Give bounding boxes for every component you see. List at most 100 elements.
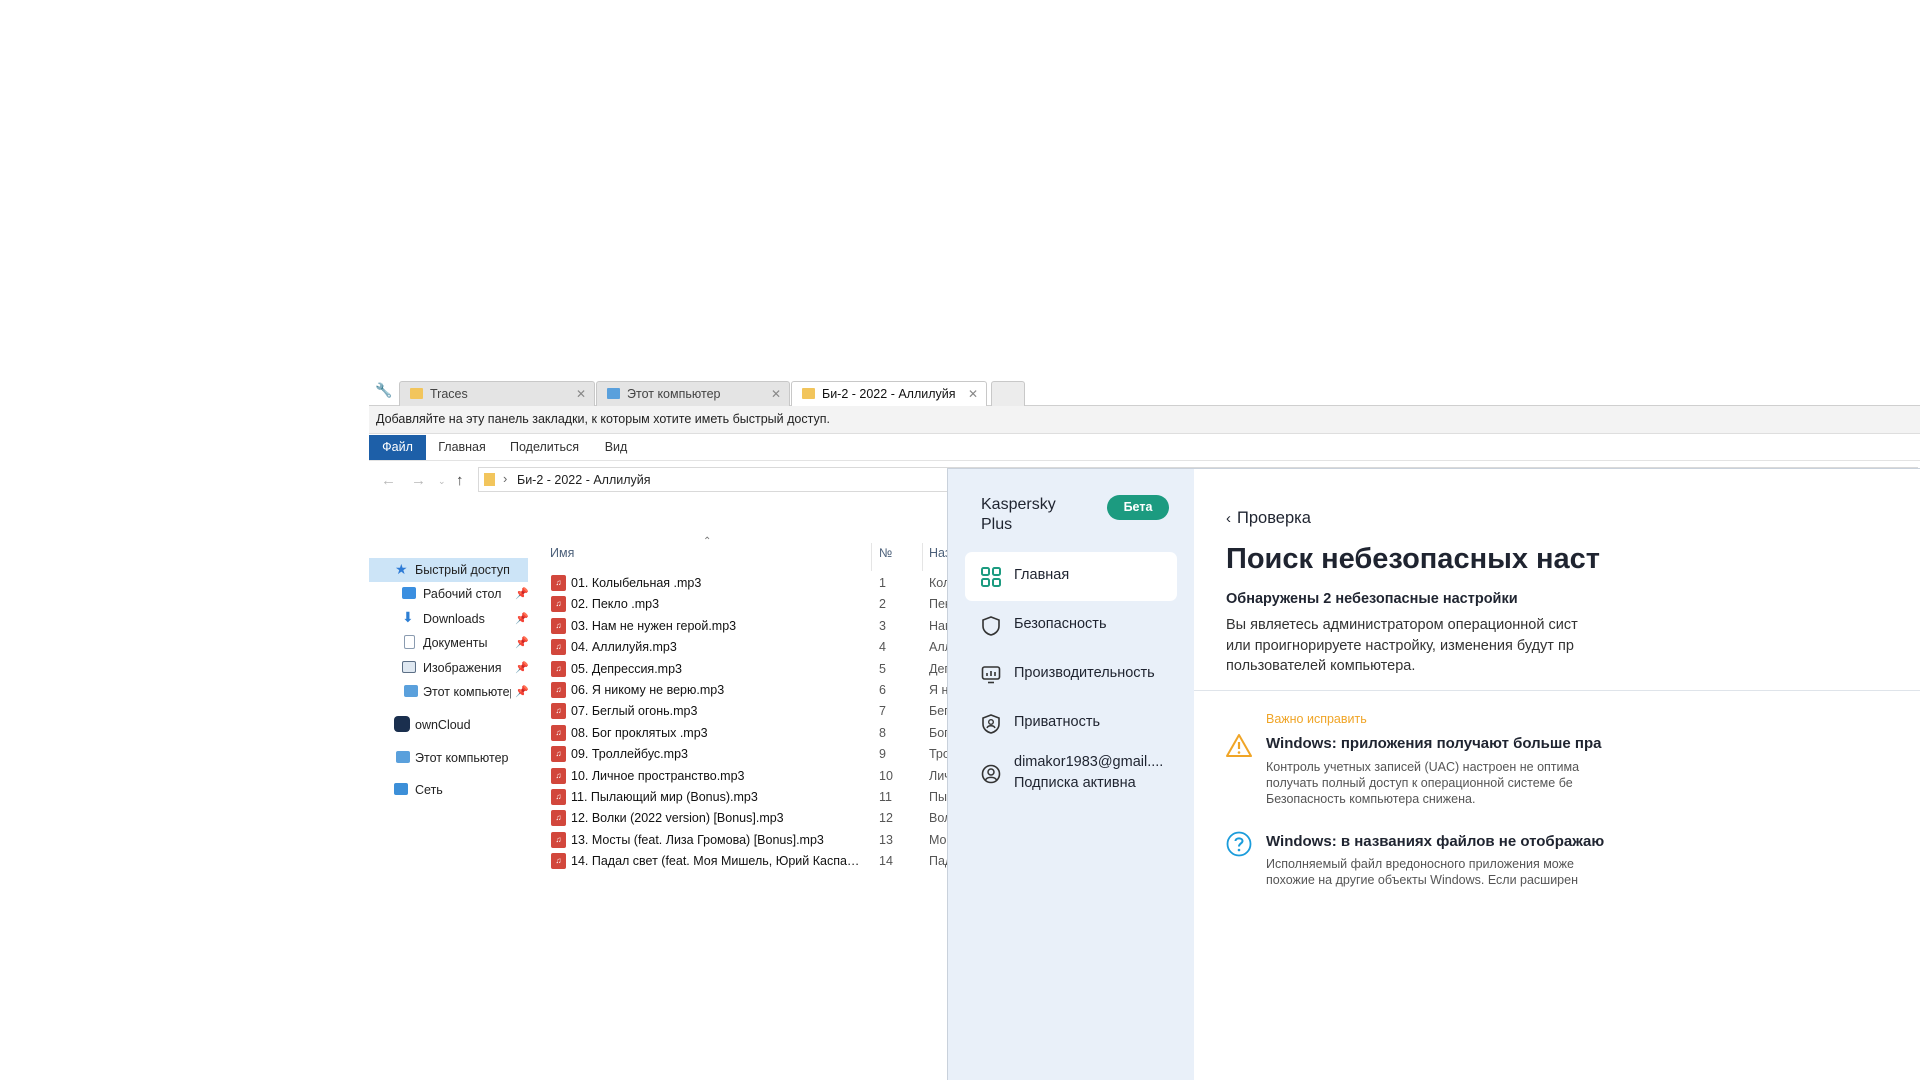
nav-network[interactable]: Сеть (369, 778, 528, 802)
menu-security[interactable]: Безопасность (965, 601, 1177, 650)
tab-label: Traces (430, 387, 468, 401)
file-row[interactable]: ♫ 08. Бог проклятых .mp3 8 Бог (547, 724, 949, 745)
track-number: 11 (879, 790, 892, 804)
tab-this-pc[interactable]: Этот компьютер ✕ (596, 381, 790, 406)
pin-icon: 📌 (515, 637, 528, 649)
page-description: Вы являетесь администратором операционно… (1226, 615, 1578, 677)
file-row[interactable]: ♫ 06. Я никому не верю.mp3 6 Я н (547, 681, 948, 702)
track-title: Пы (929, 790, 947, 804)
ribbon-tab-file[interactable]: Файл (369, 435, 426, 460)
mp3-file-icon: ♫ (551, 617, 566, 634)
description-line: или проигнорируете настройку, изменения … (1226, 637, 1574, 654)
kaspersky-sidebar: Kaspersky Plus Бета Главная Безопасность (948, 469, 1194, 1080)
file-row[interactable]: ♫ 11. Пылающий мир (Bonus).mp3 11 Пы (547, 788, 947, 809)
column-divider[interactable] (922, 543, 923, 571)
nav-this-pc[interactable]: Этот компьютер (369, 746, 528, 770)
track-number: 5 (879, 661, 886, 676)
beta-badge: Бета (1107, 495, 1169, 520)
menu-performance[interactable]: Производительность (965, 650, 1177, 699)
divider (1194, 690, 1920, 691)
file-row[interactable]: ♫ 03. Нам не нужен герой.mp3 3 Нам (547, 617, 954, 638)
menu-home[interactable]: Главная (965, 552, 1177, 601)
close-icon[interactable]: ✕ (771, 387, 781, 401)
file-row[interactable]: ♫ 10. Личное пространство.mp3 10 Лич (547, 767, 951, 788)
tab-label: Би-2 - 2022 - Аллилуйя (822, 387, 956, 401)
issue-description-line: получать полный доступ к операционной си… (1266, 776, 1573, 790)
tab-album[interactable]: Би-2 - 2022 - Аллилуйя ✕ (791, 381, 987, 407)
pin-icon: 📌 (515, 686, 528, 698)
track-number: 8 (879, 725, 886, 740)
file-row[interactable]: ♫ 04. Аллилуйя.mp3 4 Алл (547, 638, 952, 659)
nav-documents[interactable]: Документы 📌 (369, 631, 528, 655)
file-name: 12. Волки (2022 version) [Bonus].mp3 (571, 811, 784, 826)
tab-traces[interactable]: Traces ✕ (399, 381, 595, 406)
pictures-icon (402, 661, 416, 673)
mp3-file-icon: ♫ (551, 853, 566, 870)
forward-arrow-icon[interactable]: → (411, 472, 426, 489)
file-name: 08. Бог проклятых .mp3 (571, 725, 708, 740)
tab-label: Этот компьютер (627, 387, 721, 401)
file-row[interactable]: ♫ 14. Падал свет (feat. Моя Мишель, Юрий … (547, 852, 952, 873)
file-row[interactable]: ♫ 13. Мосты (feat. Лиза Громова) [Bonus].… (547, 831, 947, 852)
file-row[interactable]: ♫ 09. Троллейбус.mp3 9 Тро (547, 745, 950, 766)
breadcrumb-separator: › (503, 471, 508, 486)
download-arrow-icon: ⬇ (402, 609, 414, 625)
file-row[interactable]: ♫ 02. Пекло .mp3 2 Пек (547, 595, 950, 616)
column-header-name[interactable]: Имя (550, 546, 574, 568)
nav-label: Изображения (423, 661, 502, 675)
folder-icon (802, 388, 815, 399)
page-title: Поиск небезопасных наст (1226, 543, 1601, 575)
issue-description-line: Безопасность компьютера снижена. (1266, 792, 1476, 806)
nav-quick-access[interactable]: ★ Быстрый доступ (369, 558, 528, 582)
mp3-file-icon: ♫ (551, 575, 566, 591)
ribbon-tab-view[interactable]: Вид (601, 435, 631, 460)
column-header-number[interactable]: № (879, 546, 892, 568)
back-link[interactable]: ‹ Проверка (1226, 509, 1311, 528)
recent-chevron-icon[interactable]: ⌄ (438, 476, 446, 487)
folder-icon (410, 388, 423, 399)
ribbon-tab-share[interactable]: Поделиться (507, 435, 582, 460)
issue-title[interactable]: Windows: в названиях файлов не отображаю (1266, 833, 1604, 850)
close-icon[interactable]: ✕ (968, 387, 978, 401)
nav-desktop[interactable]: Рабочий стол 📌 (369, 582, 528, 606)
file-row[interactable]: ♫ 07. Беглый огонь.mp3 7 Бег (547, 702, 949, 723)
nav-downloads[interactable]: ⬇ Downloads 📌 (369, 607, 528, 631)
track-number: 10 (879, 768, 893, 783)
desktop-icon (402, 587, 416, 599)
file-row[interactable]: ♫ 01. Колыбельная .mp3 1 Кол (547, 574, 950, 595)
nav-label: Этот компьютер (415, 751, 509, 765)
back-arrow-icon[interactable]: ← (381, 472, 396, 489)
monitor-icon (981, 666, 1001, 684)
wrench-icon[interactable]: 🔧 (375, 382, 392, 398)
ribbon-tab-home[interactable]: Главная (432, 435, 492, 460)
menu-account[interactable]: dimakor1983@gmail.... Подписка активна (965, 748, 1177, 800)
issue-title[interactable]: Windows: приложения получают больше пра (1266, 735, 1601, 752)
file-name: 13. Мосты (feat. Лиза Громова) [Bonus].m… (571, 832, 824, 847)
menu-label: Производительность (1014, 665, 1155, 681)
bookmarks-bar: Добавляйте на эту панель закладки, к кот… (369, 406, 1920, 434)
file-name: 07. Беглый огонь.mp3 (571, 704, 698, 719)
mp3-file-icon: ♫ (551, 724, 566, 741)
network-icon (394, 783, 408, 795)
nav-this-pc-pinned[interactable]: Этот компьютер 📌 (369, 680, 528, 704)
track-title: Бог (929, 725, 949, 740)
file-row[interactable]: ♫ 05. Депрессия.mp3 5 Деп (547, 660, 951, 681)
file-name: 05. Депрессия.mp3 (571, 661, 682, 676)
nav-pictures[interactable]: Изображения 📌 (369, 656, 528, 680)
menu-privacy[interactable]: Приватность (965, 699, 1177, 748)
nav-owncloud[interactable]: ownCloud (369, 713, 528, 737)
mp3-file-icon: ♫ (551, 596, 566, 613)
nav-label: Документы (423, 636, 488, 650)
file-row[interactable]: ♫ 12. Волки (2022 version) [Bonus].mp3 12 В… (547, 809, 951, 830)
file-name: 09. Троллейбус.mp3 (571, 747, 688, 762)
close-icon[interactable]: ✕ (576, 387, 586, 401)
new-tab-button[interactable] (991, 381, 1025, 406)
description-line: пользователей компьютера. (1226, 658, 1416, 674)
document-icon (404, 635, 415, 649)
track-number: 14 (879, 854, 893, 869)
menu-label: Главная (1014, 567, 1070, 583)
breadcrumb[interactable]: Би-2 - 2022 - Аллилуйя (517, 473, 651, 487)
mp3-file-icon: ♫ (551, 682, 566, 698)
up-arrow-icon[interactable]: ↑ (456, 472, 464, 489)
column-divider[interactable] (871, 543, 872, 571)
